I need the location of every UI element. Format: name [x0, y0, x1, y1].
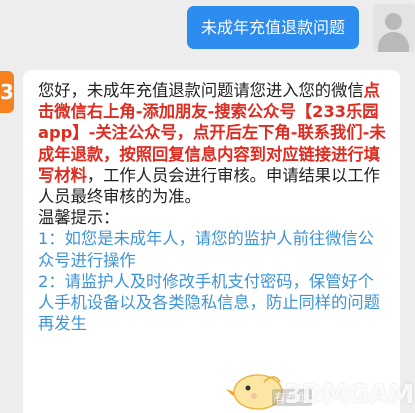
user-message-text: 未成年充值退款问题: [200, 18, 345, 37]
reply-outro: ，工作人员会进行审核。申请结果以工作人员最终审核的为准。: [38, 165, 380, 207]
bot-logo: 3: [0, 71, 14, 113]
reply-paragraph: 您好，未成年充值退款问题请您进入您的微信点击微信右上角-添加朋友-搜索公众号【2…: [38, 80, 390, 207]
tip-item-1: 1：如您是未成年人，请您的监护人前往微信公众号进行操作: [38, 229, 374, 270]
user-avatar: [373, 4, 415, 52]
reply-intro: 您好，未成年充值退款问题请您进入您的微信: [38, 81, 364, 100]
watermark-logo: 3DMGAME: [284, 380, 415, 410]
avatar-body-icon: [378, 32, 409, 52]
user-message-bubble: 未成年充值退款问题: [187, 6, 359, 49]
bot-reply-message: 您好，未成年充值退款问题请您进入您的微信点击微信右上角-添加朋友-搜索公众号【2…: [38, 80, 390, 334]
avatar-head-icon: [385, 13, 402, 30]
bot-logo-text: 3: [0, 80, 14, 104]
tip-item-2: 2：请监护人及时修改手机支付密码，保管好个人手机设备以及各类隐私信息，防止同样的…: [38, 271, 380, 334]
tips-title: 温馨提示：: [38, 208, 120, 228]
